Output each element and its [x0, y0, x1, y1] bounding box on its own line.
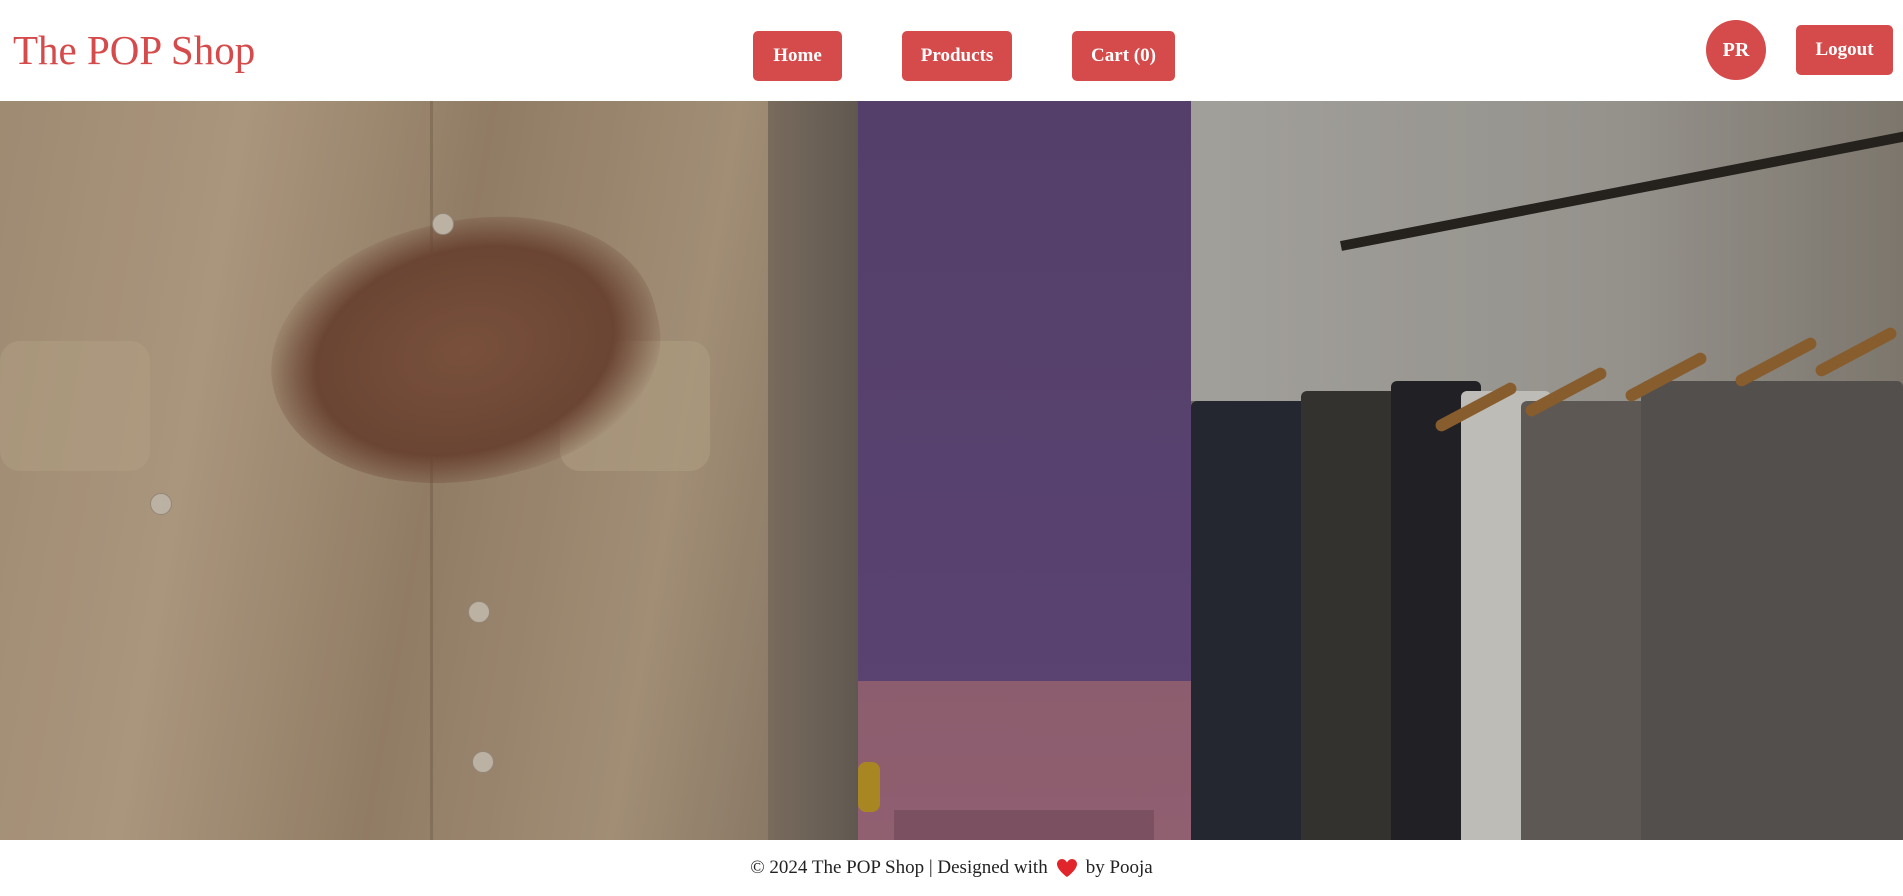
user-avatar[interactable]: PR: [1706, 20, 1766, 80]
brand-logo[interactable]: The POP Shop: [13, 24, 255, 76]
hero-image-shirt: [0, 101, 858, 840]
nav-cart-button[interactable]: Cart (0): [1072, 31, 1175, 81]
navbar: The POP Shop Home Products Cart (0) PR L…: [0, 0, 1903, 100]
logout-button[interactable]: Logout: [1796, 25, 1893, 75]
hero-image-purple: [858, 101, 1191, 840]
hands-illustration: [244, 177, 686, 525]
nav-products-button[interactable]: Products: [902, 31, 1012, 81]
nav-home-button[interactable]: Home: [753, 31, 842, 81]
footer-text-after: by Pooja: [1085, 857, 1153, 878]
footer-text-before: © 2024 The POP Shop | Designed with: [750, 857, 1048, 878]
footer: © 2024 The POP Shop | Designed with by P…: [0, 840, 1903, 896]
hero-banner: [0, 101, 1903, 840]
heart-icon: [1056, 858, 1078, 878]
hero-image-store: [1191, 101, 1903, 840]
